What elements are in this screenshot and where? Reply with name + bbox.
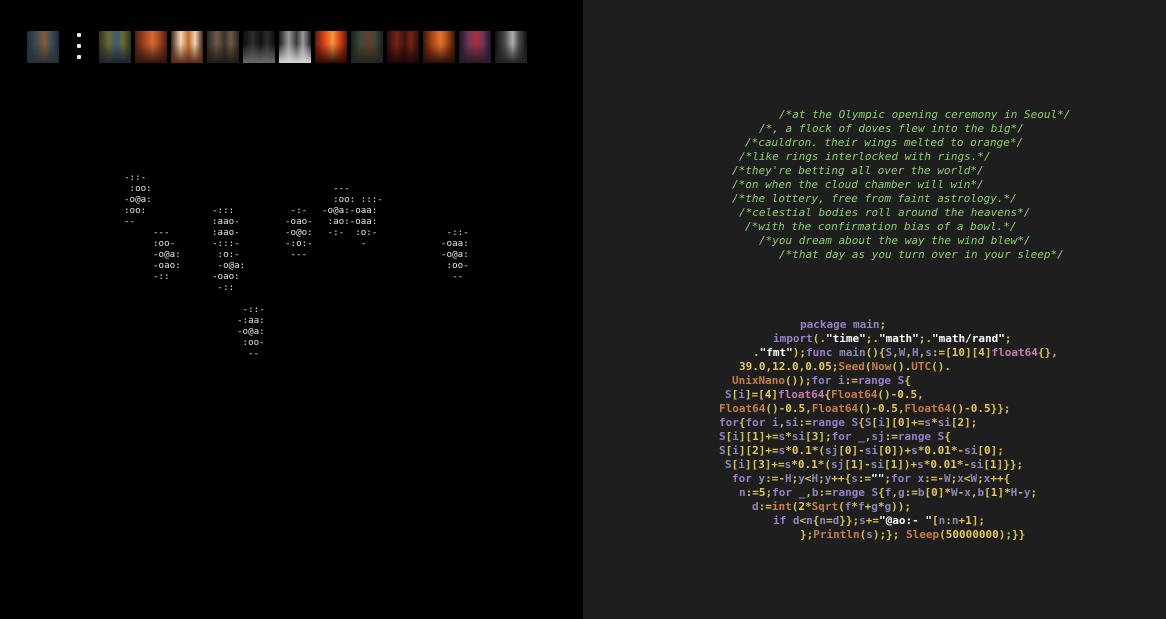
ascii-flock-1: -::- :oo: -o@a: :oo: -- (124, 172, 152, 227)
thumbnail-9[interactable] (351, 31, 383, 63)
code-line: import(."time";."math";."math/rand"; (773, 332, 1012, 345)
thumbnail-7[interactable] (279, 31, 311, 63)
code-line: d:=int(2*Sqrt(f*f+g*g)); (752, 500, 911, 513)
ascii-flock-7: -::- -:aa: -o@a: :oo- -- (237, 304, 265, 359)
thumbnail-5[interactable] (207, 31, 239, 63)
ascii-flock-4: -:- -oao- -o@o: -:o:- --- (285, 205, 313, 260)
poem-line: /*at the Olympic opening ceremony in Seo… (779, 108, 1071, 121)
poem-line: /*, a flock of doves flew into the big*/ (759, 122, 1024, 135)
ascii-flock-2: --- :oo- -o@a: -oao: -:: (153, 227, 181, 282)
ascii-flock-3: -::: :aao- :aao- -:::- :o:- -o@a: -oao: … (212, 205, 246, 293)
code-line: S[i][3]+=s*0.1*(sj[1]-si[1])+s*0.01*-si[… (725, 458, 1024, 471)
poem-line: /*like rings interlocked with rings.*/ (739, 150, 991, 163)
ascii-animation-panel: -::- :oo: -o@a: :oo: -- --- :oo- -o@a: -… (0, 0, 583, 619)
thumbnail-8[interactable] (315, 31, 347, 63)
code-line: for{for i,si:=range S{S[i][0]+=s*si[2]; (719, 416, 978, 429)
code-line: UnixNano());for i:=range S{ (732, 374, 911, 387)
code-line: for y:=-H;y<H;y++{s:="";for x:=-W;x<W;x+… (732, 472, 1011, 485)
code-line: 39.0,12.0,0.05;Seed(Now().UTC(). (739, 360, 951, 373)
vertical-ellipsis-icon[interactable] (71, 33, 87, 59)
ascii-flock-5: --- :oo: :::- -o@a:-oaa: :ao:-oaa: -:- :… (322, 183, 383, 249)
thumbnail-10[interactable] (387, 31, 419, 63)
code-line: n:=5;for _,b:=range S{f,g:=b[0]*W-x,b[1]… (739, 486, 1038, 499)
poem-line: /*they're betting all over the world*/ (732, 164, 984, 177)
code-line: if d<n{n=d}};s+="@ao:- "[n:n+1]; (773, 514, 985, 527)
code-line: Float64()-0.5,Float64()-0.5,Float64()-0.… (719, 402, 1011, 415)
poem-line: /*with the confirmation bias of a bowl.*… (745, 220, 1017, 233)
thumbnail-1[interactable] (27, 31, 59, 63)
code-line: S[i]=[4]float64{Float64()-0.5, (725, 388, 924, 401)
poem-line: /*on when the cloud chamber will win*/ (732, 178, 984, 191)
ascii-flock-6: -::- -oaa: -o@a: :oo- -- (441, 227, 469, 282)
thumbnail-13[interactable] (495, 31, 527, 63)
code-line: ."fmt");func main(){S,W,H,s:=[10][4]floa… (753, 346, 1058, 359)
code-line: };Println(s);}; Sleep(50000000);}} (800, 528, 1026, 541)
thumbnail-4[interactable] (171, 31, 203, 63)
thumbnail-2[interactable] (99, 31, 131, 63)
thumbnail-11[interactable] (423, 31, 455, 63)
code-line: S[i][1]+=s*si[3];for _,sj:=range S{ (719, 430, 951, 443)
code-line: package main; (800, 318, 887, 331)
thumbnail-6[interactable] (243, 31, 275, 63)
source-code-panel: /*at the Olympic opening ceremony in Seo… (583, 0, 1166, 619)
thumbnail-3[interactable] (135, 31, 167, 63)
thumbnail-12[interactable] (459, 31, 491, 63)
poem-line: /*that day as you turn over in your slee… (779, 248, 1064, 261)
code-line: S[i][2]+=s*0.1*(sj[0]-si[0])+s*0.01*-si[… (719, 444, 1004, 457)
poem-line: /*the lottery, free from faint astrology… (732, 192, 1017, 205)
poem-line: /*cauldron. their wings melted to orange… (745, 136, 1024, 149)
poem-line: /*you dream about the way the wind blew*… (759, 234, 1031, 247)
poem-line: /*celestial bodies roll around the heave… (739, 206, 1031, 219)
